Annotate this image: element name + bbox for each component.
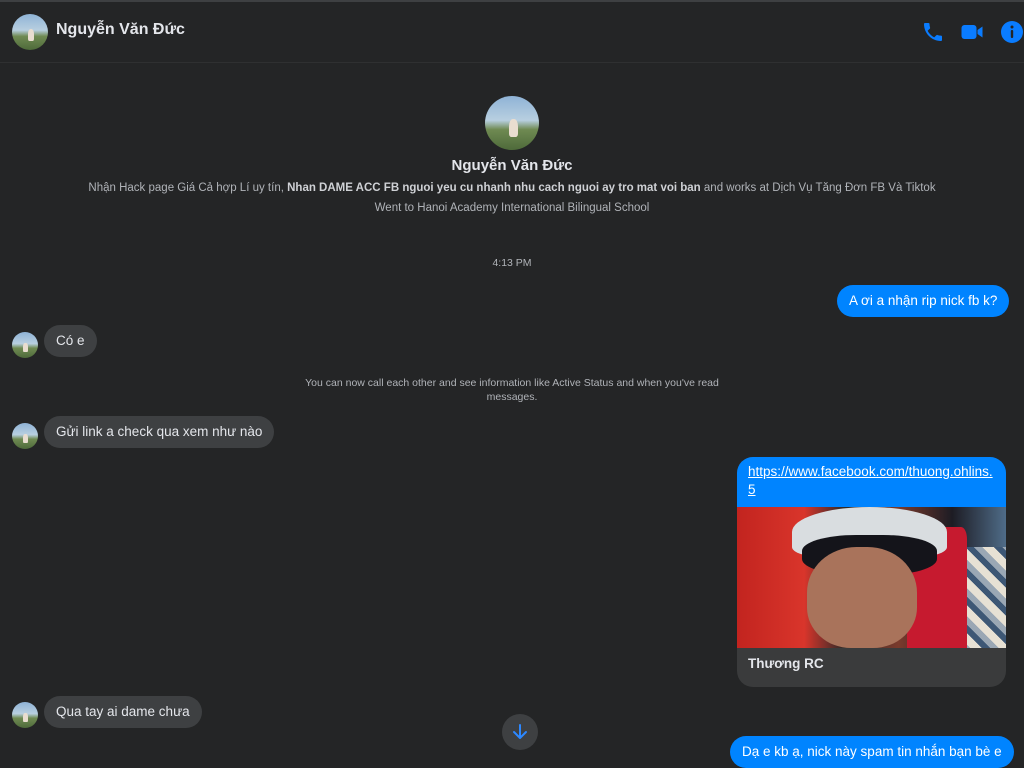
scroll-to-bottom-button[interactable] [502, 714, 538, 750]
outgoing-message[interactable]: A ơi a nhận rip nick fb k? [837, 285, 1010, 317]
profile-bio-bold: Nhan DAME ACC FB nguoi yeu cu nhanh nhu … [287, 182, 701, 194]
profile-name: Nguyễn Văn Đức [451, 157, 573, 174]
system-notice: You can now call each other and see info… [305, 377, 719, 403]
incoming-message[interactable]: Có e [44, 325, 97, 357]
sender-avatar[interactable] [12, 332, 38, 358]
video-camera-icon[interactable] [960, 20, 984, 44]
info-icon[interactable] [1000, 20, 1024, 44]
contact-avatar[interactable] [12, 14, 48, 50]
profile-education: Went to Hanoi Academy International Bili… [374, 202, 650, 214]
conversation-header: Nguyễn Văn Đức [0, 2, 1024, 63]
sender-avatar[interactable] [12, 423, 38, 449]
link-preview-title: Thương RC [748, 656, 824, 671]
profile-bio: Nhận Hack page Giá Cả hợp Lí uy tín, Nha… [0, 182, 1024, 194]
incoming-message[interactable]: Qua tay ai dame chưa [44, 696, 202, 728]
sender-avatar[interactable] [12, 702, 38, 728]
profile-bio-prefix: Nhận Hack page Giá Cả hợp Lí uy tín, [88, 182, 288, 194]
incoming-message[interactable]: Gửi link a check qua xem như nào [44, 416, 275, 448]
profile-avatar[interactable] [485, 96, 539, 150]
profile-bio-suffix: and works at Dịch Vụ Tăng Đơn FB Và Tikt… [700, 182, 936, 194]
outgoing-message[interactable]: Dạ e kb ạ, nick này spam tin nhắn bạn bè… [730, 736, 1014, 768]
contact-name[interactable]: Nguyễn Văn Đức [56, 21, 185, 39]
link-preview-image[interactable] [737, 507, 1006, 648]
link-preview-card[interactable]: https://www.facebook.com/thuong.ohlins.5… [737, 457, 1006, 687]
message-timestamp: 4:13 PM [492, 257, 532, 269]
link-bubble: https://www.facebook.com/thuong.ohlins.5 [737, 457, 1006, 507]
link-url[interactable]: https://www.facebook.com/thuong.ohlins.5 [748, 463, 995, 499]
arrow-down-icon [513, 724, 527, 739]
phone-icon[interactable] [921, 20, 945, 44]
